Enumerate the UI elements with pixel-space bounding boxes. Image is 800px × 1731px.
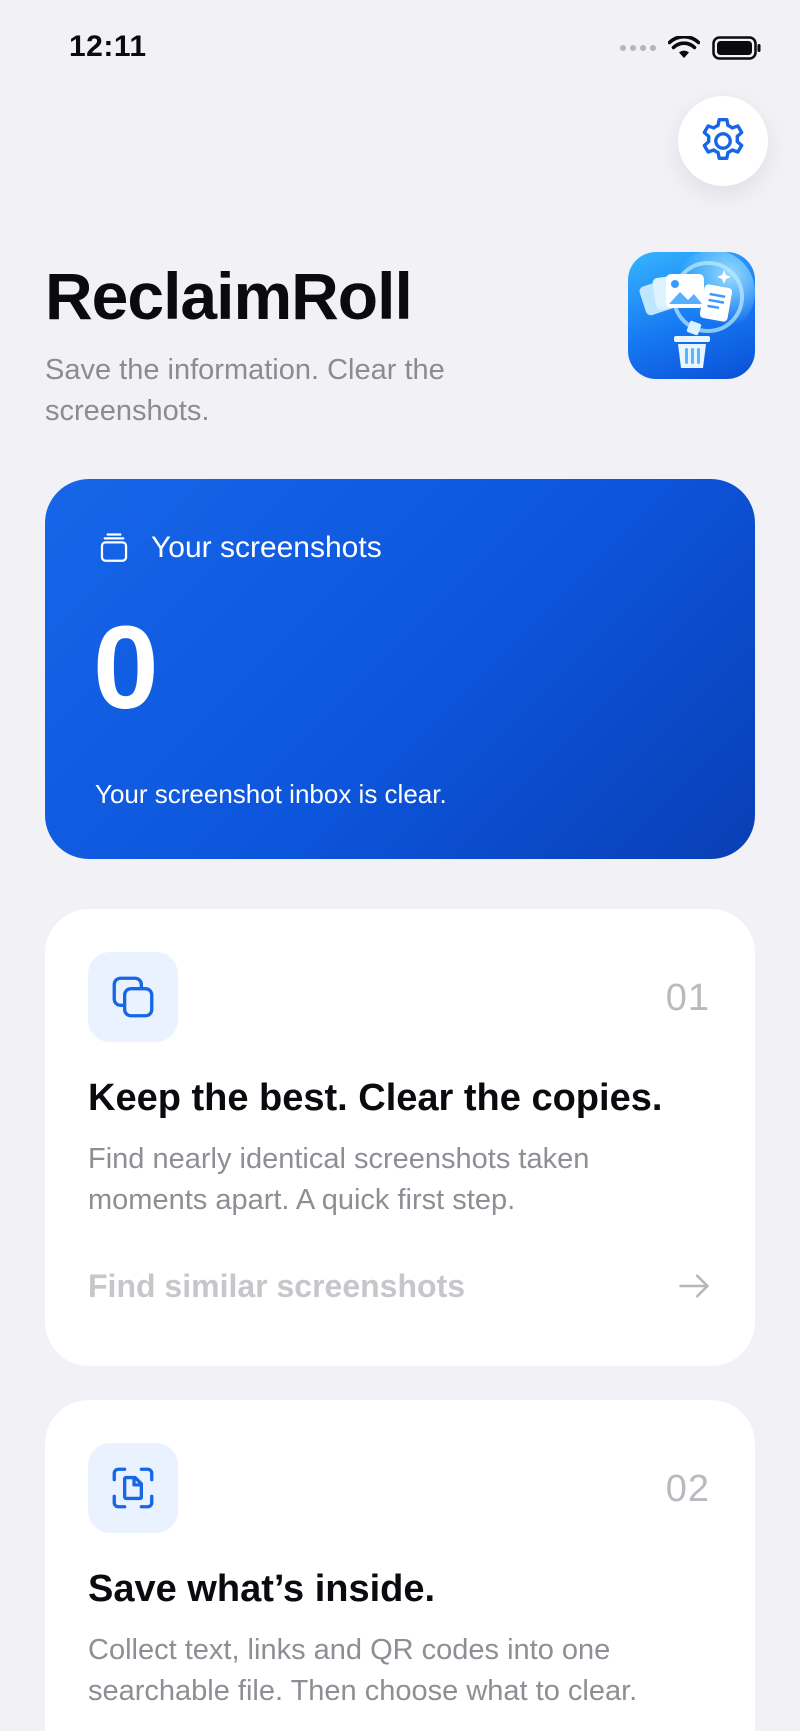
card-icon-tile: [88, 1443, 178, 1533]
hero-label: Your screenshots: [151, 531, 382, 564]
find-similar-button[interactable]: Find similar screenshots: [88, 1261, 713, 1311]
app-title: ReclaimRoll: [45, 259, 413, 333]
status-time: 12:11: [69, 30, 147, 63]
card-number: 01: [665, 977, 710, 1019]
status-bar: 12:11: [0, 0, 800, 100]
status-icons: [620, 36, 762, 60]
app-logo-icon: [628, 252, 755, 379]
app-subtitle: Save the information. Clear the screensh…: [45, 354, 445, 427]
scan-document-icon: [112, 1467, 154, 1509]
card-icon-tile: [88, 952, 178, 1042]
find-similar-label: Find similar screenshots: [88, 1267, 466, 1304]
screenshot-count: 0: [93, 602, 159, 734]
feature-card-save-inside[interactable]: 02 Save what’s inside. Collect text, lin…: [45, 1400, 755, 1731]
card-number: 02: [665, 1468, 710, 1510]
feature-card-similar[interactable]: 01 Keep the best. Clear the copies. Find…: [45, 909, 755, 1366]
arrow-right-icon: [679, 1274, 709, 1298]
screenshots-summary-card[interactable]: Your screenshots 0 Your screenshot inbox…: [45, 479, 755, 859]
battery-icon: [712, 36, 761, 60]
hero-header: Your screenshots: [97, 531, 382, 565]
copies-icon: [112, 976, 154, 1018]
card-description: Collect text, links and QR codes into on…: [88, 1634, 638, 1707]
card-title: Keep the best. Clear the copies.: [88, 1077, 663, 1119]
wifi-icon: [668, 36, 700, 58]
gear-icon: [702, 117, 744, 161]
signal-icon: [620, 45, 656, 51]
hero-note: Your screenshot inbox is clear.: [95, 779, 447, 809]
stack-icon: [100, 533, 128, 562]
card-title: Save what’s inside.: [88, 1568, 436, 1610]
settings-button[interactable]: [678, 96, 768, 186]
card-description: Find nearly identical screenshots taken …: [88, 1143, 590, 1216]
